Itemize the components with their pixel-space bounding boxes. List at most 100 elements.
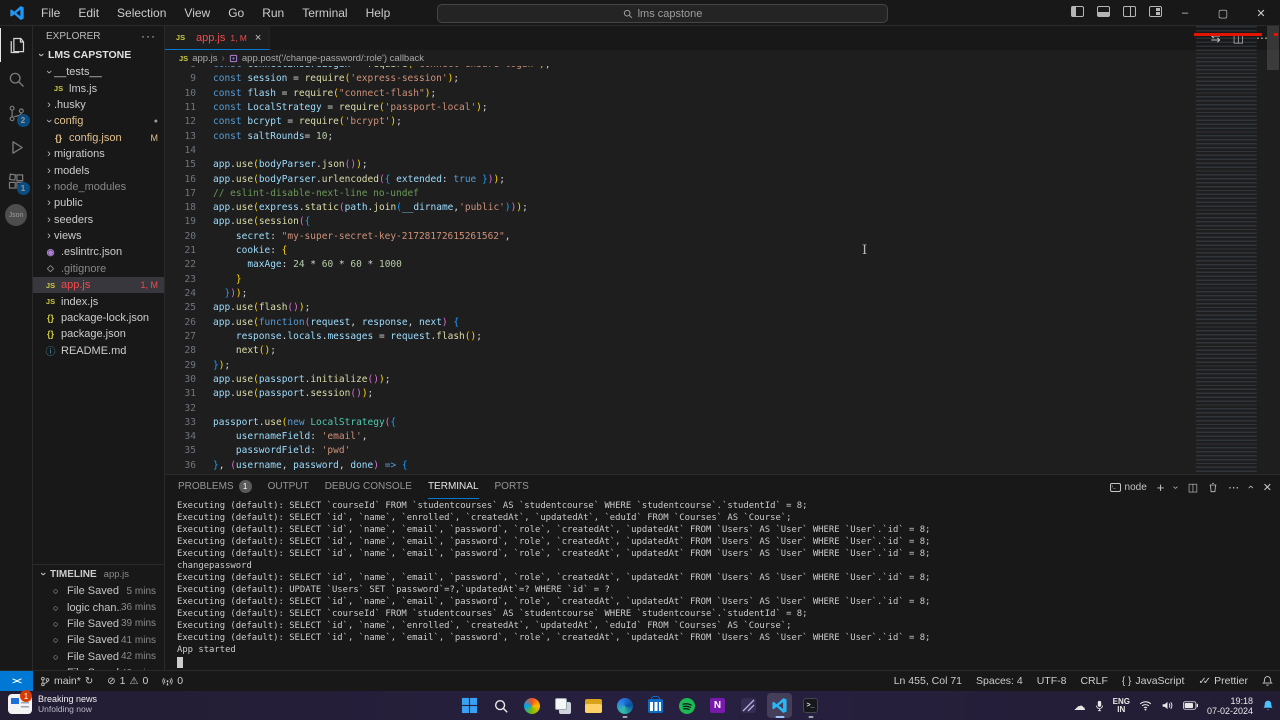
menu-run[interactable]: Run — [254, 3, 292, 23]
volume-icon[interactable] — [1161, 700, 1174, 711]
tab-app-js[interactable]: JS app.js 1, M × — [165, 26, 271, 50]
panel-tab-ports[interactable]: PORTS — [495, 475, 529, 499]
tree-item-lms-js[interactable]: JS lms.js — [33, 80, 164, 96]
tree-item-config[interactable]: › config ● — [33, 113, 164, 129]
ports-item[interactable]: 0 — [155, 671, 190, 691]
taskbar-designer-icon[interactable] — [736, 693, 761, 718]
tree-item-readme-md[interactable]: ⓘ README.md — [33, 343, 164, 359]
language-mode-item[interactable]: { } JavaScript — [1115, 671, 1192, 691]
wifi-icon[interactable] — [1139, 700, 1152, 711]
language-indicator[interactable]: ENG IN — [1113, 697, 1130, 714]
breadcrumb-symbol[interactable]: app.post('/change-password/:role') callb… — [242, 53, 424, 64]
widgets-button[interactable]: 1 Breaking news Unfolding now — [8, 690, 97, 714]
timeline-entry[interactable]: ○ File Saved 5 mins — [33, 583, 164, 599]
clock[interactable]: 19:18 07-02-2024 — [1207, 696, 1253, 716]
eol-item[interactable]: CRLF — [1073, 671, 1114, 691]
taskbar-spotify-icon[interactable] — [674, 693, 699, 718]
kill-terminal-icon[interactable] — [1208, 482, 1218, 493]
taskbar-onenote-icon[interactable]: N — [705, 693, 730, 718]
encoding-item[interactable]: UTF-8 — [1030, 671, 1074, 691]
indentation-item[interactable]: Spaces: 4 — [969, 671, 1030, 691]
remote-indicator[interactable]: >< — [0, 671, 33, 691]
tree-item-index-js[interactable]: JS index.js — [33, 293, 164, 309]
toggle-panel-icon[interactable] — [1097, 6, 1110, 17]
taskbar-search-icon[interactable] — [488, 693, 513, 718]
tree-item--gitignore[interactable]: ◇ .gitignore — [33, 261, 164, 277]
taskbar-task-view-icon[interactable] — [550, 693, 575, 718]
customize-layout-icon[interactable] — [1149, 6, 1162, 17]
tree-item--husky[interactable]: › .husky — [33, 97, 164, 113]
tree-item-public[interactable]: › public — [33, 195, 164, 211]
activity-profile-icon[interactable]: Json — [0, 198, 33, 232]
panel-tab-problems[interactable]: PROBLEMS 1 — [178, 475, 252, 499]
menu-help[interactable]: Help — [358, 3, 399, 23]
tree-item--eslintrc-json[interactable]: ◉ .eslintrc.json — [33, 244, 164, 260]
split-terminal-icon[interactable]: ◫ — [1188, 481, 1198, 494]
prettier-item[interactable]: ✓✓ Prettier — [1191, 671, 1255, 691]
menu-selection[interactable]: Selection — [109, 3, 174, 23]
microphone-icon[interactable] — [1095, 700, 1104, 712]
window-maximize-button[interactable]: ▢ — [1204, 0, 1242, 26]
activity-search-icon[interactable] — [0, 62, 33, 96]
menu-edit[interactable]: Edit — [70, 3, 107, 23]
tree-item-package-lock-json[interactable]: {} package-lock.json — [33, 310, 164, 326]
timeline-entry[interactable]: ○ File Saved 39 mins — [33, 616, 164, 632]
tree-item-package-json[interactable]: {} package.json — [33, 326, 164, 342]
problems-item[interactable]: ⊘ 1 ⚠ 0 — [100, 671, 155, 691]
menu-go[interactable]: Go — [220, 3, 252, 23]
git-branch-item[interactable]: main* ↻ — [33, 671, 100, 691]
tab-close-icon[interactable]: × — [255, 32, 261, 44]
timeline-entry[interactable]: ○ File Saved 41 mins — [33, 632, 164, 648]
breadcrumb[interactable]: JS app.js › app.post('/change-password/:… — [165, 50, 1280, 66]
cursor-position-item[interactable]: Ln 455, Col 71 — [887, 671, 969, 691]
toggle-sidebar-icon[interactable] — [1071, 6, 1084, 17]
timeline-header[interactable]: › TIMELINE app.js — [33, 565, 164, 583]
activity-extensions-icon[interactable]: 1 — [0, 164, 33, 198]
notifications-bell-icon[interactable] — [1255, 671, 1280, 691]
taskbar-store-icon[interactable] — [643, 693, 668, 718]
new-terminal-icon[interactable]: + — [1157, 480, 1165, 495]
taskbar-edge-icon[interactable] — [612, 693, 637, 718]
close-panel-icon[interactable]: ✕ — [1263, 481, 1272, 494]
terminal-output[interactable]: Executing (default): SELECT `courseId` F… — [177, 500, 1276, 670]
code-editor[interactable]: 8const connectEnsureLogin = require('con… — [165, 66, 1280, 474]
tree-item-views[interactable]: › views — [33, 228, 164, 244]
explorer-more-actions-icon[interactable]: ··· — [141, 29, 156, 43]
tree-item-migrations[interactable]: › migrations — [33, 146, 164, 162]
menu-terminal[interactable]: Terminal — [294, 3, 355, 23]
tree-item-config-json[interactable]: {} config.json M — [33, 130, 164, 146]
timeline-entry[interactable]: ○ File Saved 42 mins — [33, 649, 164, 665]
notification-bell-icon[interactable] — [1262, 699, 1274, 712]
menu-file[interactable]: File — [33, 3, 68, 23]
toggle-secondary-sidebar-icon[interactable] — [1123, 6, 1136, 17]
taskbar-copilot-icon[interactable] — [519, 693, 544, 718]
panel-tab-terminal[interactable]: TERMINAL — [427, 475, 479, 499]
terminal-shell-item[interactable]: ›_ node — [1109, 482, 1147, 493]
timeline-entry[interactable]: ○ logic chan... 36 mins — [33, 599, 164, 615]
maximize-panel-icon[interactable]: › — [1245, 485, 1257, 489]
taskbar-terminal-icon[interactable]: >_ — [798, 693, 823, 718]
breadcrumb-file[interactable]: app.js — [192, 53, 217, 64]
battery-icon[interactable] — [1182, 701, 1198, 710]
panel-more-actions-icon[interactable]: ⋯ — [1228, 481, 1239, 494]
tree-item--tests-[interactable]: › __tests__ — [33, 64, 164, 80]
taskbar-start-icon[interactable] — [457, 693, 482, 718]
window-minimize-button[interactable]: – — [1166, 0, 1204, 26]
taskbar-vscode-icon[interactable] — [767, 693, 792, 718]
command-center-search[interactable]: lms capstone — [437, 4, 888, 23]
activity-explorer-icon[interactable] — [0, 28, 33, 62]
activity-source-control-icon[interactable]: 2 — [0, 96, 33, 130]
tree-item-app-js[interactable]: JS app.js 1, M — [33, 277, 164, 294]
menu-view[interactable]: View — [176, 3, 218, 23]
panel-tab-debug-console[interactable]: DEBUG CONSOLE — [325, 475, 412, 499]
taskbar-file-explorer-icon[interactable] — [581, 693, 606, 718]
tree-item-seeders[interactable]: › seeders — [33, 212, 164, 228]
tree-item-node-modules[interactable]: › node_modules — [33, 179, 164, 195]
onedrive-icon[interactable]: ☁ — [1074, 699, 1086, 713]
activity-run-debug-icon[interactable] — [0, 130, 33, 164]
terminal-dropdown-icon[interactable]: › — [1171, 485, 1182, 488]
tree-item-models[interactable]: › models — [33, 162, 164, 178]
panel-tab-output[interactable]: OUTPUT — [268, 475, 309, 499]
window-close-button[interactable]: ✕ — [1242, 0, 1280, 26]
root-folder-row[interactable]: › LMS CAPSTONE — [33, 46, 164, 63]
